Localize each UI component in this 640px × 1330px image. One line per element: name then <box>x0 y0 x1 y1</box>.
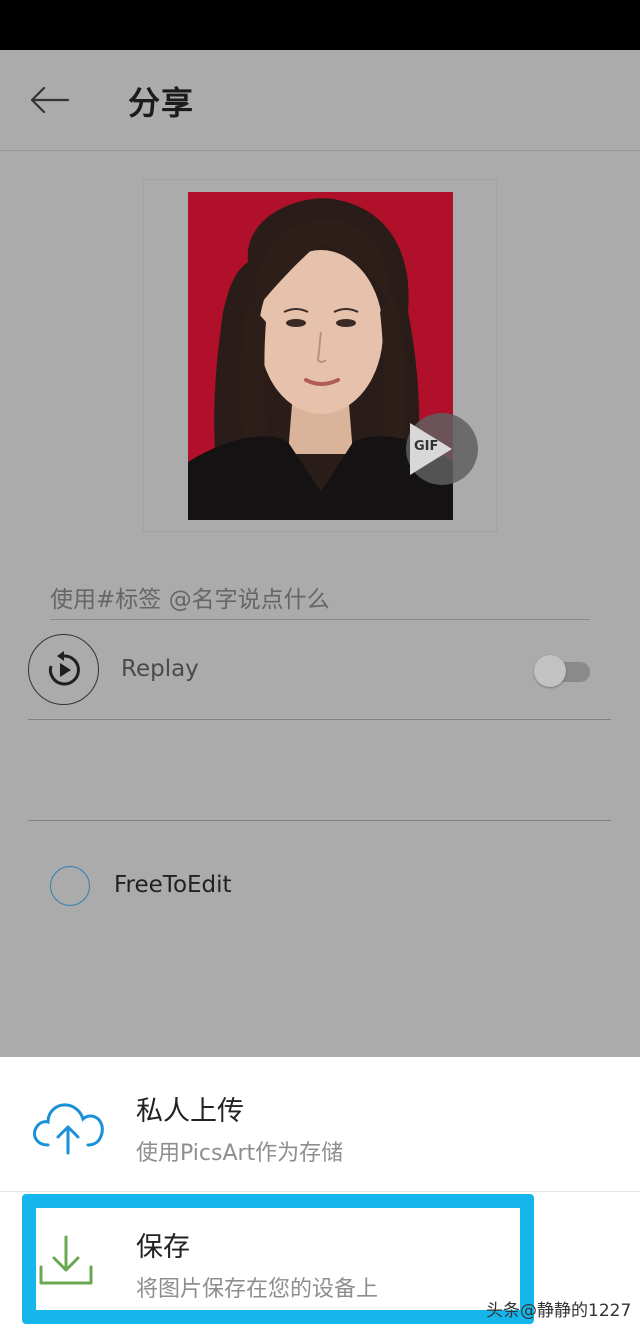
caption-input[interactable] <box>50 580 590 620</box>
replay-icon[interactable] <box>28 634 99 705</box>
gif-play-badge[interactable]: GIF <box>406 413 478 485</box>
replay-label: Replay <box>121 656 199 682</box>
divider <box>28 820 611 821</box>
private-upload-option[interactable]: 私人上传 使用PicsArt作为存储 <box>0 1057 640 1192</box>
replay-row: Replay <box>28 634 611 720</box>
free-to-edit-radio[interactable] <box>50 866 90 906</box>
free-to-edit-row[interactable]: FreeToEdit <box>50 865 450 907</box>
save-title: 保存 <box>136 1232 190 1263</box>
status-bar <box>0 0 640 50</box>
cloud-upload-icon <box>30 1097 106 1157</box>
toggle-knob <box>534 655 566 687</box>
image-preview[interactable]: GIF <box>143 179 497 532</box>
download-icon <box>36 1233 112 1293</box>
back-button[interactable] <box>22 76 78 124</box>
save-subtitle: 将图片保存在您的设备上 <box>136 1277 379 1302</box>
page-title: 分享 <box>128 84 195 122</box>
free-to-edit-label: FreeToEdit <box>114 872 232 898</box>
bottom-sheet: 私人上传 使用PicsArt作为存储 保存 将图片保存在您的设备上 <box>0 1057 640 1330</box>
private-upload-title: 私人上传 <box>136 1096 244 1127</box>
header: 分享 <box>0 50 640 151</box>
watermark: 头条@静静的1227 <box>486 1301 632 1321</box>
gif-label: GIF <box>414 439 439 454</box>
replay-toggle[interactable] <box>534 654 592 687</box>
private-upload-subtitle: 使用PicsArt作为存储 <box>136 1141 344 1166</box>
share-screen: 分享 GIF 使用#标签 @名字说点什么 Replay FreeToEdit <box>0 50 640 1057</box>
arrow-left-icon <box>30 86 70 114</box>
